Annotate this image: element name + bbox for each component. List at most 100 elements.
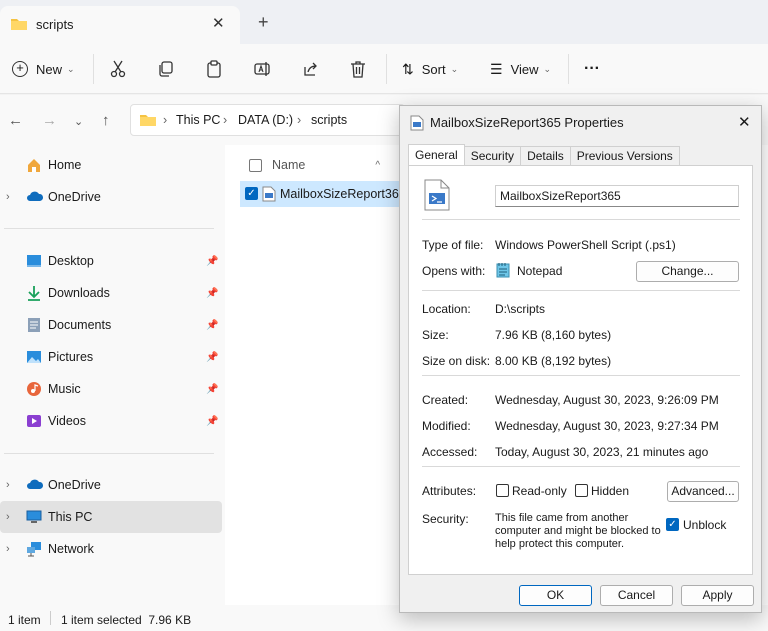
pin-icon[interactable]: 📌 [206, 288, 218, 299]
sidebar-item-videos[interactable]: Videos 📌 [0, 405, 222, 437]
sidebar-item-label: Network [48, 542, 94, 556]
sidebar-item-downloads[interactable]: Downloads 📌 [0, 277, 222, 309]
attributes-label: Attributes: [422, 484, 477, 498]
divider [422, 219, 740, 220]
new-button[interactable]: + New ⌄ [12, 56, 75, 82]
sidebar-item-label: Downloads [48, 286, 110, 300]
hidden-label: Hidden [591, 484, 630, 498]
sort-button[interactable]: ⇅ Sort ⌄ [402, 56, 458, 82]
see-more-button[interactable]: ··· [584, 56, 600, 82]
videos-icon [26, 413, 42, 429]
opens-with-value: Notepad [517, 264, 563, 278]
share-icon[interactable] [302, 56, 319, 82]
tab-general[interactable]: General [408, 144, 465, 166]
sidebar-item-home[interactable]: Home [0, 149, 222, 181]
type-label: Type of file: [422, 238, 484, 252]
filename-input[interactable]: MailboxSizeReport365 [495, 185, 739, 207]
navigation-pane: Home › OneDrive Desktop 📌 Downloads 📌 Do… [0, 145, 225, 605]
cut-icon[interactable] [110, 56, 126, 82]
sidebar-item-label: Desktop [48, 254, 94, 268]
file-row[interactable]: ✓ MailboxSizeReport365 [240, 181, 410, 207]
ok-button[interactable]: OK [519, 585, 592, 606]
type-value: Windows PowerShell Script (.ps1) [495, 238, 676, 252]
new-label: New [36, 61, 63, 77]
unblock-checkbox[interactable]: ✓ [666, 518, 679, 531]
sidebar-item-documents[interactable]: Documents 📌 [0, 309, 222, 341]
sidebar-item-label: Home [48, 158, 82, 172]
sidebar-item-label: Documents [48, 318, 112, 332]
documents-icon [26, 317, 42, 333]
change-button[interactable]: Change... [636, 261, 739, 282]
size-on-disk-value: 8.00 KB (8,192 bytes) [495, 354, 612, 368]
copy-icon[interactable] [158, 56, 174, 82]
view-icon: ☰ [490, 60, 503, 77]
file-name: MailboxSizeReport365 [280, 187, 406, 201]
close-icon[interactable]: ✕ [738, 113, 751, 131]
delete-icon[interactable] [350, 56, 366, 82]
sidebar-item-desktop[interactable]: Desktop 📌 [0, 245, 222, 277]
apply-button[interactable]: Apply [681, 585, 754, 606]
sidebar-item-onedrive[interactable]: › OneDrive [0, 181, 222, 213]
tab-security[interactable]: Security [463, 146, 522, 166]
row-checkbox[interactable]: ✓ [245, 187, 258, 200]
sort-up-icon: ^ [375, 159, 381, 171]
address-bar[interactable]: › This PC › DATA (D:) › scripts [130, 104, 405, 136]
pin-icon[interactable]: 📌 [206, 384, 218, 395]
advanced-button[interactable]: Advanced... [667, 481, 739, 502]
status-divider [50, 611, 51, 625]
paste-icon[interactable] [206, 56, 222, 82]
properties-dialog: MailboxSizeReport365 Properties ✕ Genera… [399, 105, 762, 613]
pin-icon[interactable]: 📌 [206, 416, 218, 427]
recent-chevron-icon[interactable]: ⌄ [74, 115, 83, 128]
cancel-button[interactable]: Cancel [600, 585, 673, 606]
breadcrumb-drive[interactable]: DATA (D:) [238, 113, 293, 127]
column-header-name[interactable]: Name ^ [249, 153, 380, 177]
rename-icon[interactable] [254, 56, 272, 82]
breadcrumb-thispc[interactable]: This PC [176, 113, 220, 127]
security-text-line1: This file came from another [495, 512, 629, 524]
download-icon [26, 285, 42, 301]
tab-scripts[interactable]: scripts ✕ [0, 6, 240, 44]
pictures-icon [26, 349, 42, 365]
chevron-right-icon[interactable]: › [6, 479, 10, 491]
back-arrow-icon[interactable]: ← [8, 112, 23, 129]
divider [4, 228, 214, 229]
breadcrumb-scripts[interactable]: scripts [311, 113, 347, 127]
chevron-right-icon[interactable]: › [6, 191, 10, 203]
select-all-checkbox[interactable] [249, 158, 262, 172]
tab-details[interactable]: Details [520, 146, 571, 166]
sidebar-item-label: This PC [48, 510, 93, 524]
network-icon [26, 541, 42, 557]
pin-icon[interactable]: 📌 [206, 352, 218, 363]
sidebar-item-onedrive-2[interactable]: › OneDrive [0, 469, 222, 501]
plus-circle-icon: + [12, 61, 28, 77]
chevron-down-icon: ⌄ [67, 63, 75, 74]
pin-icon[interactable]: 📌 [206, 320, 218, 331]
up-arrow-icon[interactable]: ↑ [102, 112, 110, 129]
security-text-line2: computer and might be blocked to [495, 525, 661, 537]
modified-value: Wednesday, August 30, 2023, 9:27:34 PM [495, 419, 719, 433]
chevron-right-icon[interactable]: › [6, 511, 10, 523]
hidden-checkbox[interactable] [575, 484, 588, 497]
view-button[interactable]: ☰ View ⌄ [490, 56, 551, 82]
sidebar-item-music[interactable]: Music 📌 [0, 373, 222, 405]
readonly-checkbox[interactable] [496, 484, 509, 497]
tab-list: General Security Details Previous Versio… [408, 144, 680, 166]
sidebar-item-pictures[interactable]: Pictures 📌 [0, 341, 222, 373]
cloud-icon [26, 189, 44, 205]
size-label: Size: [422, 328, 449, 342]
dialog-title: MailboxSizeReport365 Properties [430, 115, 624, 130]
forward-arrow-icon[interactable]: → [42, 112, 57, 129]
security-text-line3: help protect this computer. [495, 538, 625, 550]
chevron-right-icon[interactable]: › [6, 543, 10, 555]
pin-icon[interactable]: 📌 [206, 256, 218, 267]
breadcrumb-separator-icon: › [223, 113, 228, 127]
sidebar-item-thispc[interactable]: › This PC [0, 501, 222, 533]
sidebar-item-label: Music [48, 382, 81, 396]
close-tab-icon[interactable]: ✕ [212, 14, 225, 32]
opens-with-label: Opens with: [422, 264, 486, 278]
sidebar-item-network[interactable]: › Network [0, 533, 222, 565]
location-value: D:\scripts [495, 302, 546, 316]
tab-previous-versions[interactable]: Previous Versions [569, 146, 680, 166]
new-tab-button[interactable]: + [258, 12, 269, 33]
